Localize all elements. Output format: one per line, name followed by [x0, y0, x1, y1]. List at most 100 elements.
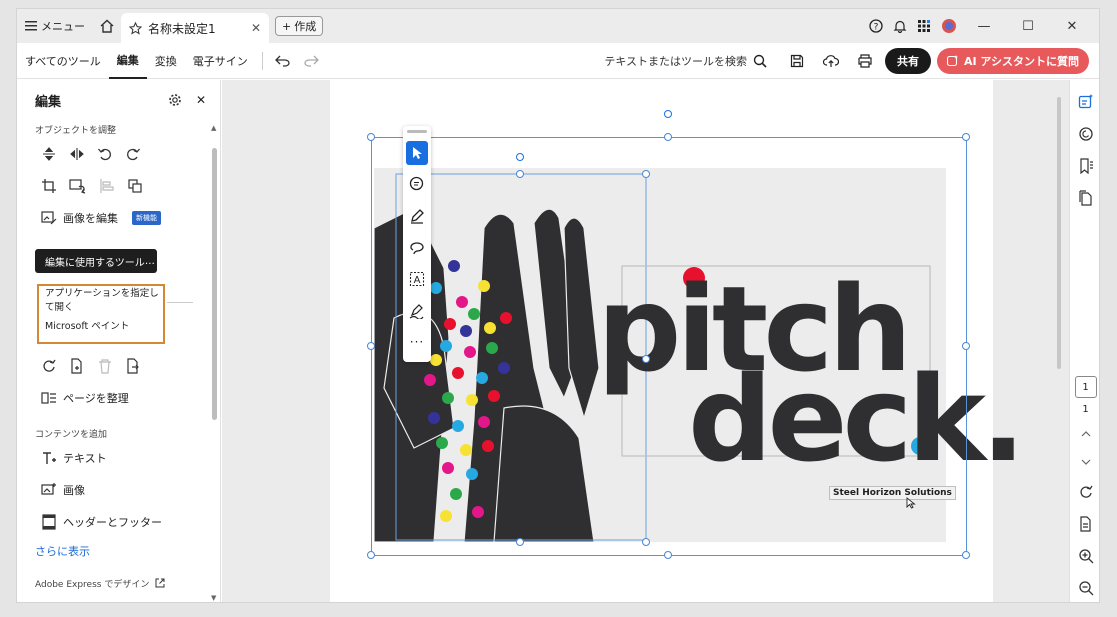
scroll-up-icon[interactable]: ▲ — [211, 124, 216, 132]
inner-handle-s[interactable] — [516, 538, 524, 546]
resize-handle-se[interactable] — [962, 551, 970, 559]
upload-button[interactable] — [817, 47, 845, 75]
resize-handle-w[interactable] — [367, 342, 375, 350]
text-box-tool[interactable]: A — [406, 267, 428, 291]
inner-handle-e[interactable] — [642, 355, 650, 363]
header-footer-button[interactable]: ヘッダーとフッター — [17, 506, 211, 538]
inner-handle-se[interactable] — [642, 538, 650, 546]
zoom-out-button[interactable] — [1070, 572, 1100, 602]
add-text-button[interactable]: テキスト — [17, 442, 211, 474]
new-tab-button[interactable]: + 作成 — [275, 16, 324, 36]
edit-image-button[interactable]: 画像を編集 新機能 — [17, 202, 220, 234]
bookmarks-button[interactable] — [1070, 150, 1100, 182]
toolstrip-grip[interactable] — [407, 130, 427, 133]
menu-button[interactable]: メニュー — [17, 9, 93, 43]
ai-assistant-button[interactable]: AI アシスタントに質問 — [937, 47, 1089, 74]
rotate-right-icon[interactable] — [125, 146, 141, 162]
more-tools-button[interactable]: ··· — [406, 330, 428, 354]
save-button[interactable] — [783, 47, 811, 75]
printer-icon — [858, 53, 872, 68]
flip-vertical-icon[interactable] — [41, 146, 57, 162]
dropdown-option-ms-paint[interactable]: Microsoft ペイント — [39, 312, 163, 338]
page-tools-row — [17, 350, 211, 382]
zoom-in-button[interactable] — [1070, 540, 1100, 572]
apps-grid-icon[interactable] — [917, 19, 931, 33]
inner-handle-n[interactable] — [516, 170, 524, 178]
mouse-cursor-icon — [906, 497, 916, 509]
toolbar-edit[interactable]: 編集 — [108, 43, 147, 79]
insert-page-icon[interactable] — [69, 358, 85, 374]
scroll-down-icon[interactable]: ▼ — [211, 594, 216, 602]
resize-handle-sw[interactable] — [367, 551, 375, 559]
ai-sparkle-icon — [947, 54, 958, 66]
toolbar-all-tools[interactable]: すべてのツール — [17, 43, 109, 79]
document-tab[interactable]: 名称未設定1 ✕ — [121, 13, 269, 43]
thumbnails-button[interactable] — [1070, 182, 1100, 214]
arrange-objects-icon[interactable] — [127, 178, 143, 194]
organize-pages-button[interactable]: ページを整理 — [17, 382, 211, 414]
resize-handle-ne[interactable] — [962, 133, 970, 141]
help-icon[interactable]: ? — [869, 19, 883, 33]
edit-panel: 編集 ✕ オブジェクトを調整 画像を編集 新機能 編集に使用するツール … アプ… — [17, 80, 221, 602]
undo-button[interactable] — [269, 47, 297, 75]
dropdown-option-open-with-app[interactable]: アプリケーションを指定して開く — [39, 286, 163, 313]
inner-handle-ne[interactable] — [642, 170, 650, 178]
next-page-button[interactable] — [1070, 448, 1100, 476]
comment-panel-button[interactable] — [1070, 86, 1100, 118]
home-button[interactable] — [93, 9, 121, 43]
pen-icon — [411, 208, 424, 224]
star-icon[interactable] — [129, 21, 142, 35]
redo-button[interactable] — [297, 47, 325, 75]
resize-handle-n[interactable] — [664, 133, 672, 141]
pages-icon — [1078, 190, 1092, 206]
toolbar-convert[interactable]: 変換 — [147, 43, 185, 79]
adobe-express-label: Adobe Express でデザイン — [35, 579, 150, 590]
close-panel-icon[interactable]: ✕ — [196, 93, 206, 107]
maximize-icon[interactable]: ☐ — [1011, 19, 1045, 34]
avatar-icon[interactable] — [941, 18, 957, 34]
new-tab-label: 作成 — [294, 20, 317, 33]
resize-handle-nw[interactable] — [367, 133, 375, 141]
previous-page-button[interactable] — [1070, 420, 1100, 448]
current-page-input[interactable]: 1 — [1074, 376, 1097, 398]
panel-scroll-thumb[interactable] — [212, 148, 217, 420]
title-bar-actions: ? — ☐ ✕ — [869, 18, 1099, 34]
rotate-left-icon[interactable] — [97, 146, 113, 162]
flip-horizontal-icon[interactable] — [69, 146, 85, 162]
close-window-icon[interactable]: ✕ — [1055, 19, 1089, 34]
rotate-handle[interactable] — [664, 110, 672, 118]
menu-label: メニュー — [41, 20, 85, 33]
toolbar-esign[interactable]: 電子サイン — [185, 43, 256, 79]
comment-tool[interactable] — [406, 173, 428, 197]
add-image-button[interactable]: 画像 — [17, 474, 211, 506]
gear-icon[interactable] — [168, 93, 182, 107]
rotate-page-icon[interactable] — [41, 358, 57, 374]
tool-search[interactable]: テキストまたはツールを検索 — [604, 53, 767, 69]
sign-tool[interactable] — [406, 299, 428, 323]
selection-bounding-box — [371, 137, 967, 556]
draw-tool[interactable] — [406, 236, 428, 260]
page-info-button[interactable] — [1070, 508, 1100, 540]
refresh-button[interactable] — [1070, 476, 1100, 508]
replace-image-icon[interactable] — [69, 178, 87, 194]
canvas-scrollbar[interactable] — [1057, 97, 1061, 369]
print-button[interactable] — [851, 47, 879, 75]
adobe-express-link[interactable]: Adobe Express でデザイン — [17, 574, 211, 592]
extract-page-icon[interactable] — [125, 358, 141, 374]
select-tool[interactable] — [406, 140, 428, 165]
comment-button[interactable] — [1070, 118, 1100, 150]
close-tab-icon[interactable]: ✕ — [251, 21, 261, 35]
show-more-link[interactable]: さらに表示 — [17, 538, 211, 564]
section-add-content-label: コンテンツを追加 — [35, 429, 108, 440]
share-button[interactable]: 共有 — [885, 47, 931, 74]
floating-tool-strip: A ··· — [403, 126, 431, 362]
minimize-icon[interactable]: — — [967, 19, 1001, 34]
zoom-in-icon — [1078, 549, 1093, 564]
crop-icon[interactable] — [41, 178, 57, 194]
inner-rotate-handle[interactable] — [516, 153, 524, 161]
resize-handle-s[interactable] — [664, 551, 672, 559]
chevron-down-icon — [1081, 459, 1090, 465]
highlight-tool[interactable] — [406, 204, 428, 228]
bell-icon[interactable] — [893, 19, 907, 33]
resize-handle-e[interactable] — [962, 342, 970, 350]
